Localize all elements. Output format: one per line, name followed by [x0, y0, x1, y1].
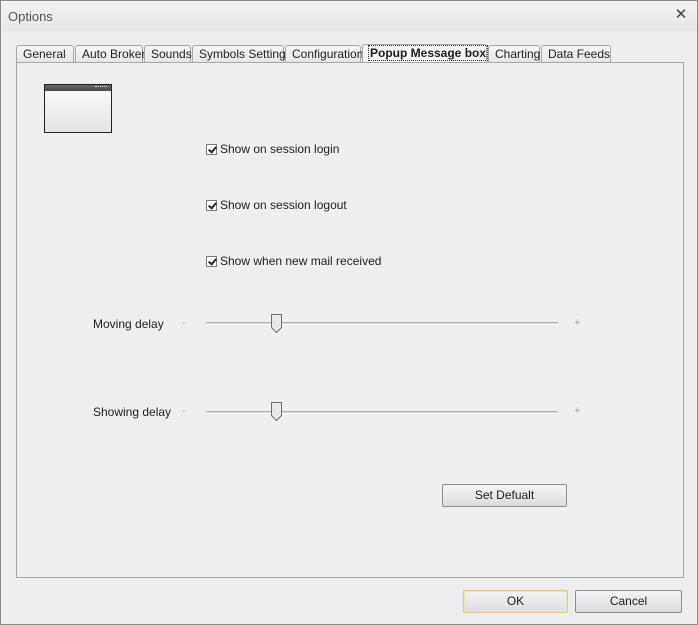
- cancel-button[interactable]: Cancel: [575, 590, 682, 613]
- moving-delay-label: Moving delay: [93, 317, 164, 331]
- tab-label: General: [23, 47, 66, 61]
- tab-label: Sounds: [151, 47, 192, 61]
- moving-delay-track[interactable]: [206, 322, 558, 325]
- moving-delay-slider-thumb[interactable]: [271, 314, 282, 333]
- showing-delay-slider-thumb[interactable]: [271, 402, 282, 421]
- showing-delay-label: Showing delay: [93, 405, 172, 419]
- ok-button[interactable]: OK: [463, 590, 568, 613]
- options-window: Options ✕ General Auto Broker Sounds Sym…: [0, 0, 698, 625]
- tab-popup-message-box[interactable]: Popup Message box: [362, 44, 489, 63]
- showing-delay-minus: -: [182, 405, 186, 417]
- tab-general[interactable]: General: [16, 45, 74, 62]
- show-on-logout-checkbox[interactable]: Show on session logout: [206, 197, 347, 213]
- tab-label: Popup Message box: [367, 45, 489, 61]
- showing-delay-track[interactable]: [206, 411, 558, 414]
- tab-label: Configuration: [292, 47, 364, 61]
- tab-charting[interactable]: Charting: [488, 45, 540, 62]
- tab-data-feeds[interactable]: Data Feeds: [541, 45, 611, 62]
- tab-symbols-settings[interactable]: Symbols Settings: [192, 45, 292, 62]
- tab-label: Charting: [495, 47, 541, 61]
- close-icon[interactable]: ✕: [673, 6, 689, 24]
- checkbox-label: Show when new mail received: [220, 254, 382, 268]
- moving-delay-minus: -: [182, 317, 186, 329]
- tab-auto-broker[interactable]: Auto Broker: [75, 45, 146, 62]
- tab-label: Symbols Settings: [199, 47, 292, 61]
- show-on-new-mail-checkbox[interactable]: Show when new mail received: [206, 253, 381, 269]
- tab-label: Auto Broker: [82, 47, 146, 61]
- tab-label: Data Feeds: [548, 47, 611, 61]
- window-title: Options: [8, 9, 53, 24]
- checkbox-box[interactable]: [206, 199, 217, 211]
- checkbox-box[interactable]: [206, 143, 217, 155]
- set-default-button[interactable]: Set Defualt: [442, 484, 567, 507]
- checkbox-label: Show on session logout: [220, 198, 347, 212]
- popup-window-preview-icon: [44, 84, 112, 133]
- moving-delay-plus: +: [574, 317, 581, 329]
- checkbox-label: Show on session login: [220, 142, 340, 156]
- showing-delay-plus: +: [574, 405, 581, 417]
- title-bar: Options ✕: [1, 1, 697, 31]
- tab-sounds[interactable]: Sounds: [144, 45, 192, 62]
- popup-settings-panel: Show on session login Show on session lo…: [16, 62, 684, 578]
- tab-configuration[interactable]: Configuration: [285, 45, 364, 62]
- checkbox-box[interactable]: [206, 255, 217, 267]
- show-on-login-checkbox[interactable]: Show on session login: [206, 141, 339, 157]
